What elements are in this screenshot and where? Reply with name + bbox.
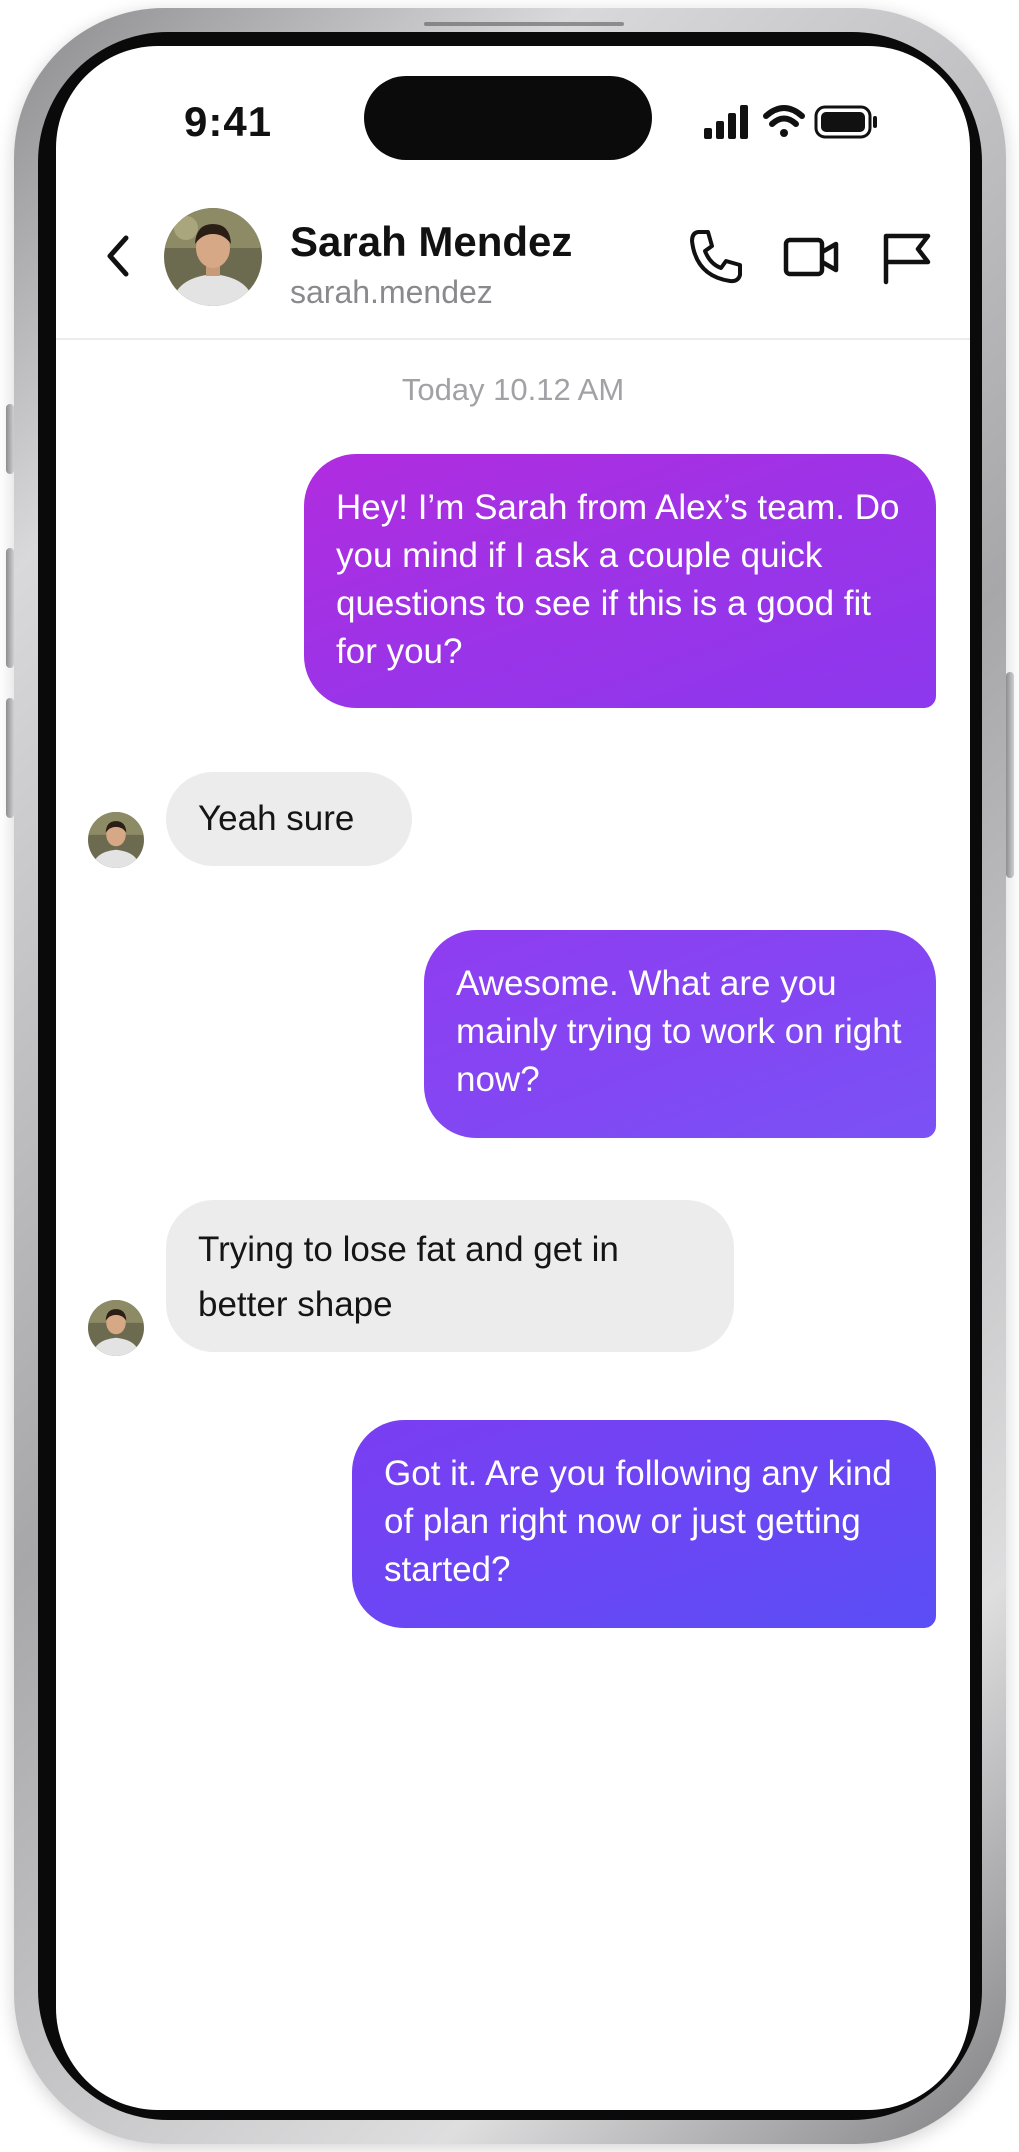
outgoing-message-bubble[interactable]: Hey! I’m Sarah from Alex’s team. Do you … <box>304 454 936 708</box>
speaker-slit <box>424 22 624 26</box>
avatar-photo <box>88 1300 144 1356</box>
contact-avatar[interactable] <box>164 208 262 306</box>
message-text: Yeah sure <box>198 799 355 838</box>
battery-icon <box>814 105 877 139</box>
chat-header: Sarah Mendez sarah.mendez <box>56 196 970 340</box>
status-indicators <box>704 105 877 139</box>
phone-screen: 9:41 Sarah Mendez sarah.mendez Today 10.… <box>56 46 970 2110</box>
status-icons <box>704 102 904 142</box>
message-text: Trying to lose fat and get in better sha… <box>198 1230 619 1324</box>
report-button[interactable] <box>874 224 938 288</box>
message-text: Awesome. What are you mainly trying to w… <box>456 964 902 1099</box>
outgoing-message-bubble[interactable]: Awesome. What are you mainly trying to w… <box>424 930 936 1138</box>
flag-icon <box>883 233 931 285</box>
signal-icon <box>704 105 748 139</box>
volume-down-button <box>6 698 14 818</box>
back-button[interactable] <box>96 226 146 286</box>
message-text: Hey! I’m Sarah from Alex’s team. Do you … <box>336 488 900 671</box>
status-time: 9:41 <box>184 98 273 145</box>
incoming-message-bubble[interactable]: Trying to lose fat and get in better sha… <box>166 1200 734 1352</box>
wifi-icon <box>763 105 805 137</box>
volume-up-button <box>6 548 14 668</box>
call-button[interactable] <box>684 224 748 288</box>
phone-icon <box>690 230 742 284</box>
incoming-message-bubble[interactable]: Yeah sure <box>166 772 412 866</box>
contact-name: Sarah Mendez <box>290 218 573 265</box>
dynamic-island <box>364 76 652 160</box>
avatar-photo <box>164 208 262 306</box>
avatar-photo <box>88 812 144 868</box>
video-camera-icon <box>783 237 839 277</box>
message-text: Got it. Are you following any kind of pl… <box>384 1454 892 1589</box>
action-button <box>6 404 14 474</box>
outgoing-message-bubble[interactable]: Got it. Are you following any kind of pl… <box>352 1420 936 1628</box>
video-call-button[interactable] <box>780 224 844 288</box>
contact-handle: sarah.mendez <box>290 274 493 310</box>
sender-avatar <box>88 812 144 868</box>
message-timestamp: Today 10.12 AM <box>401 372 625 407</box>
back-chevron-icon <box>107 235 129 277</box>
sender-avatar <box>88 1300 144 1356</box>
power-button <box>1006 672 1014 878</box>
